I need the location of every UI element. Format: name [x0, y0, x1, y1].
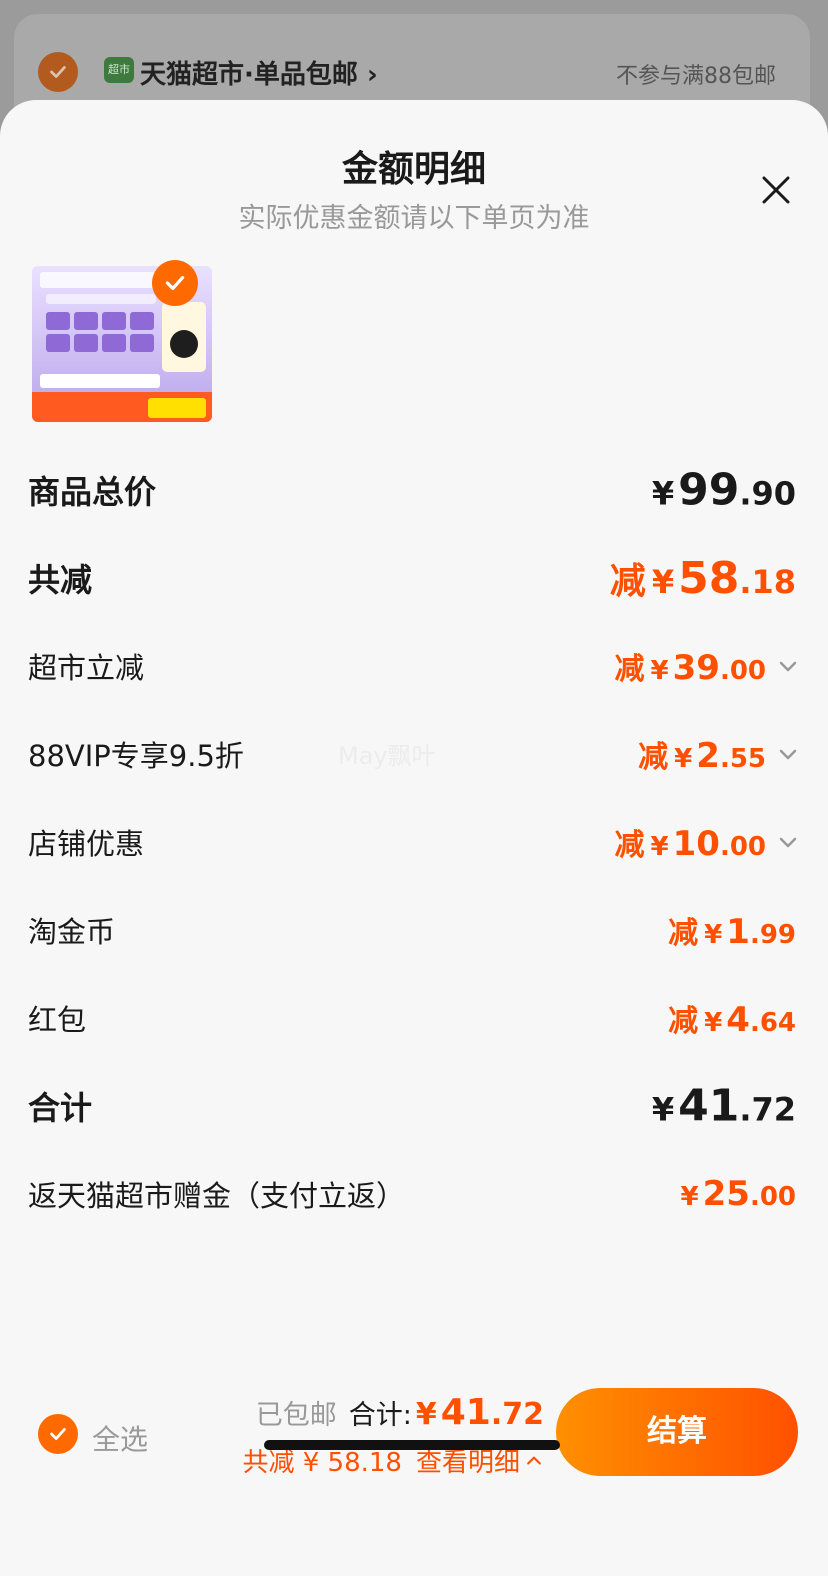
store-row: 超市 天猫超市·单品包邮 › 不参与满88包邮	[0, 40, 828, 104]
sum-amount: ¥41.72	[651, 1080, 796, 1132]
close-icon[interactable]	[756, 170, 796, 210]
watermark: May飘叶	[338, 742, 436, 770]
goods-total-label: 商品总价	[28, 473, 157, 511]
store-name: 天猫超市·单品包邮 ›	[140, 60, 378, 90]
chevron-right-icon: ›	[366, 60, 378, 90]
supermarket-discount-label: 超市立减	[28, 651, 145, 685]
select-all-label[interactable]: 全选	[92, 1418, 148, 1458]
chevron-up-icon	[527, 1456, 541, 1465]
row-rebate: 返天猫超市赠金（支付立返） ¥25.00	[0, 1164, 828, 1224]
product-check-icon[interactable]	[152, 260, 198, 306]
coin-discount-label: 淘金币	[28, 915, 116, 949]
total-summary: 已包邮 合计: ¥ 41 .72	[256, 1392, 544, 1433]
redpacket-discount-amount: 减 ¥4.64	[668, 1000, 796, 1040]
store-note: 不参与满88包邮	[616, 64, 776, 89]
row-supermarket-discount[interactable]: 超市立减 减 ¥39.00	[0, 636, 828, 696]
shop-discount-amount: 减 ¥10.00	[614, 824, 766, 864]
row-goods-total: 商品总价 ¥99.90	[0, 460, 828, 520]
total-dec: .72	[490, 1397, 544, 1432]
checkout-bar: 全选 已包邮 合计: ¥ 41 .72 共减 ¥ 58.18 查看明细 结算	[0, 1388, 828, 1488]
select-all-check-icon[interactable]	[38, 1414, 78, 1454]
sheet-title: 金额明细	[341, 149, 486, 190]
sum-label: 合计	[28, 1089, 93, 1127]
chevron-down-icon[interactable]	[776, 830, 800, 854]
row-sum: 合计 ¥41.72	[0, 1076, 828, 1136]
total-yen: ¥	[415, 1397, 437, 1432]
rebate-label: 返天猫超市赠金（支付立返）	[28, 1179, 406, 1213]
redpacket-discount-label: 红包	[28, 1003, 87, 1037]
vip-discount-label: 88VIP专享9.5折	[28, 739, 244, 773]
total-label: 合计:	[348, 1400, 412, 1431]
free-shipping-text: 已包邮	[255, 1400, 337, 1431]
store-check-icon	[38, 52, 78, 92]
shop-discount-label: 店铺优惠	[28, 827, 145, 861]
amount-detail-sheet: 金额明细 实际优惠金额请以下单页为准 商品总价 ¥ 99 .90 共减 减 ¥ …	[0, 100, 828, 1576]
home-indicator[interactable]	[264, 1440, 560, 1450]
row-total-discount: 共减 减 ¥58.18	[0, 548, 828, 608]
rebate-amount: ¥25.00	[680, 1174, 796, 1214]
chevron-down-icon[interactable]	[776, 654, 800, 678]
total-int: 41	[440, 1392, 491, 1433]
row-coin-discount: 淘金币 减 ¥1.99	[0, 900, 828, 960]
checkout-button[interactable]: 结算	[556, 1388, 798, 1476]
row-shop-discount[interactable]: 店铺优惠 减 ¥10.00	[0, 812, 828, 872]
store-logo-icon: 超市	[104, 57, 134, 83]
supermarket-discount-amount: 减 ¥39.00	[614, 648, 766, 688]
goods-total-amount: ¥99.90	[651, 464, 796, 516]
sheet-subtitle: 实际优惠金额请以下单页为准	[238, 203, 590, 234]
total-discount-amount: 减 ¥58.18	[609, 553, 796, 604]
row-redpacket-discount: 红包 减 ¥4.64	[0, 988, 828, 1048]
total-discount-label: 共减	[28, 561, 93, 599]
vip-discount-amount: 减 ¥2.55	[638, 736, 766, 776]
coin-discount-amount: 减 ¥1.99	[668, 912, 796, 952]
chevron-down-icon[interactable]	[776, 742, 800, 766]
